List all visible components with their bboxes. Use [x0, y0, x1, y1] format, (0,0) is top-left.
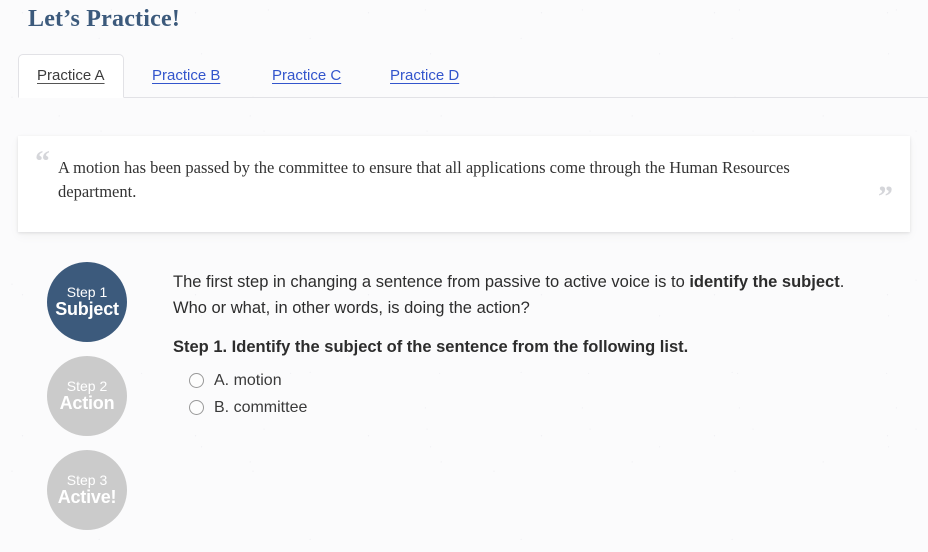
step-2-number: Step 2	[66, 378, 108, 395]
step-indicator-list: Step 1 Subject Step 2 Action Step 3 Acti…	[47, 262, 127, 544]
tab-practice-d[interactable]: Practice D	[390, 54, 459, 97]
step-2-label: Action	[59, 392, 115, 413]
sentence-quote-card: “ A motion has been passed by the commit…	[18, 136, 910, 232]
step-1-number: Step 1	[66, 284, 108, 301]
tab-practice-c[interactable]: Practice C	[272, 54, 341, 97]
step-indicator-2[interactable]: Step 2 Action	[47, 356, 127, 436]
question-prompt: Step 1. Identify the subject of the sent…	[173, 338, 689, 357]
step-3-number: Step 3	[66, 472, 108, 489]
intro-text-before: The first step in changing a sentence fr…	[173, 273, 690, 291]
step-3-label: Active!	[57, 486, 117, 507]
exercise-content: The first step in changing a sentence fr…	[173, 270, 855, 426]
step-1-label: Subject	[55, 298, 119, 319]
radio-button-a-icon[interactable]	[189, 373, 204, 389]
quote-close-icon: ”	[878, 180, 893, 213]
answer-option-a-label[interactable]: A. motion	[214, 372, 282, 390]
answer-option-list: A. motion B. committee	[173, 372, 855, 417]
radio-button-b-icon[interactable]	[189, 400, 204, 416]
quote-sentence-text: A motion has been passed by the committe…	[58, 158, 790, 201]
tab-practice-b[interactable]: Practice B	[152, 54, 220, 97]
answer-option-b[interactable]: B. committee	[189, 399, 855, 417]
tab-practice-a[interactable]: Practice A	[18, 54, 124, 98]
step-indicator-1[interactable]: Step 1 Subject	[47, 262, 127, 342]
page-title: Let’s Practice!	[28, 6, 181, 32]
answer-option-a[interactable]: A. motion	[189, 372, 855, 390]
intro-paragraph: The first step in changing a sentence fr…	[173, 270, 855, 321]
practice-tab-bar: Practice A Practice B Practice C Practic…	[0, 54, 928, 98]
intro-text-emphasis: identify the subject	[689, 273, 840, 291]
answer-option-b-label[interactable]: B. committee	[214, 399, 307, 417]
step-indicator-3[interactable]: Step 3 Active!	[47, 450, 127, 530]
quote-open-icon: “	[35, 145, 50, 178]
